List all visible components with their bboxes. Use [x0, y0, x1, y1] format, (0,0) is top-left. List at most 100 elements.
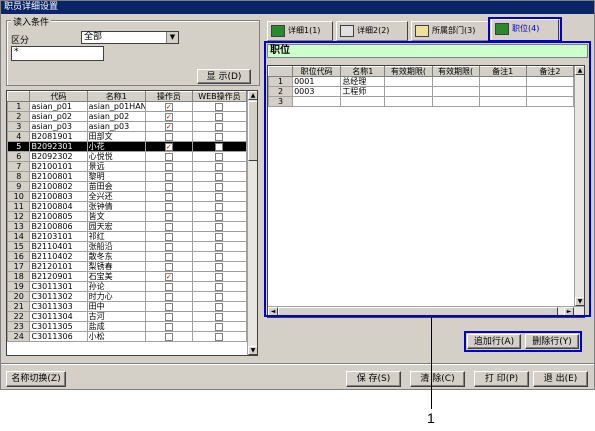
exit-button[interactable]: 退 出(E) — [533, 371, 588, 387]
table-row[interactable]: 18 B2120901 石宝美 ✓ — [7, 271, 248, 282]
table-row[interactable]: 16 B2110402 散冬东 — [7, 251, 248, 262]
print-button[interactable]: 打 印(P) — [474, 371, 529, 387]
checkbox-icon[interactable] — [164, 202, 173, 211]
table-row[interactable]: 8 B2100801 黎明 — [7, 171, 248, 182]
checkbox-icon[interactable] — [215, 132, 224, 141]
checkbox-icon[interactable] — [215, 162, 224, 171]
table-row[interactable]: 5 B2092301 小花 ✓ — [7, 141, 248, 152]
column-header-name1[interactable]: 名称1 — [86, 91, 146, 102]
save-button[interactable]: 保 存(S) — [346, 371, 401, 387]
tab-department[interactable]: 所属部门(3) — [411, 21, 489, 41]
checkbox-icon[interactable] — [164, 152, 173, 161]
checkbox-icon[interactable] — [215, 112, 224, 121]
table-row[interactable]: 19 C3011301 孙论 — [7, 281, 248, 292]
column-header-operator[interactable]: 操作员 — [144, 91, 193, 102]
name-switch-button[interactable]: 名称切换(Z) — [6, 371, 66, 387]
table-row[interactable]: 17 B2120101 梨锈春 — [7, 261, 248, 272]
web-operator-cell — [191, 171, 248, 182]
clear-button[interactable]: 清 除(C) — [410, 371, 465, 387]
checkbox-icon[interactable] — [215, 212, 224, 221]
checkbox-icon[interactable] — [215, 122, 224, 131]
checkbox-icon[interactable] — [215, 232, 224, 241]
checkbox-icon[interactable] — [215, 292, 224, 301]
checkbox-icon[interactable] — [164, 322, 173, 331]
table-row[interactable]: 10 B2100803 全兴还 — [7, 191, 248, 202]
name-cell: 时力心 — [86, 291, 146, 302]
category-select[interactable]: 全部 ▼ — [81, 31, 179, 44]
operator-cell — [144, 291, 193, 302]
checkbox-icon[interactable] — [164, 232, 173, 241]
table-row[interactable]: 11 B2100804 张钟倩 — [7, 201, 248, 212]
checkbox-icon[interactable] — [215, 172, 224, 181]
checkbox-icon[interactable] — [215, 192, 224, 201]
checkbox-icon[interactable] — [164, 182, 173, 191]
checkbox-icon[interactable] — [215, 262, 224, 271]
checkbox-icon[interactable] — [215, 222, 224, 231]
checkbox-icon[interactable] — [164, 242, 173, 251]
checkbox-icon[interactable] — [164, 212, 173, 221]
table-row[interactable]: 1 asian_p01 asian_p01HAN ✓ — [7, 101, 248, 112]
checkbox-icon[interactable] — [215, 332, 224, 341]
code-cell: asian_p01 — [29, 101, 88, 112]
checkbox-checked-icon[interactable]: ✓ — [164, 142, 173, 151]
display-button[interactable]: 显 示(D) — [197, 69, 251, 84]
table-row[interactable]: 15 B2110401 张船沿 — [7, 241, 248, 252]
checkbox-icon[interactable] — [164, 192, 173, 201]
web-operator-cell — [191, 131, 248, 142]
checkbox-icon[interactable] — [215, 312, 224, 321]
scroll-thumb[interactable] — [248, 101, 257, 161]
checkbox-icon[interactable] — [215, 302, 224, 311]
column-header-code[interactable]: 代码 — [29, 91, 88, 102]
table-row[interactable]: 21 C3011303 田中 — [7, 301, 248, 312]
checkbox-icon[interactable] — [215, 202, 224, 211]
column-header-web-operator[interactable]: WEB操作员 — [191, 91, 248, 102]
table-row[interactable]: 4 B2081901 田部文 — [7, 131, 248, 142]
checkbox-icon[interactable] — [164, 262, 173, 271]
checkbox-checked-icon[interactable]: ✓ — [164, 102, 173, 111]
chevron-down-icon[interactable]: ▼ — [166, 32, 178, 43]
table-row[interactable]: 7 B2100101 景远 — [7, 161, 248, 172]
employee-grid-scrollbar[interactable]: ▲ ▼ — [247, 91, 257, 355]
checkbox-icon[interactable] — [164, 312, 173, 321]
scroll-up-icon[interactable]: ▲ — [248, 91, 257, 100]
web-operator-cell — [191, 191, 248, 202]
checkbox-icon[interactable] — [215, 282, 224, 291]
checkbox-checked-icon[interactable]: ✓ — [164, 112, 173, 121]
table-row[interactable]: 20 C3011302 时力心 — [7, 291, 248, 302]
checkbox-icon[interactable] — [215, 242, 224, 251]
row-number: 20 — [7, 291, 31, 302]
checkbox-icon[interactable] — [164, 222, 173, 231]
checkbox-icon[interactable] — [164, 252, 173, 261]
checkbox-icon[interactable] — [215, 252, 224, 261]
tab-detail1[interactable]: 详细1(1) — [267, 21, 333, 41]
checkbox-icon[interactable] — [164, 292, 173, 301]
table-row[interactable]: 3 asian_p03 asian_p03 ✓ — [7, 121, 248, 132]
checkbox-checked-icon[interactable]: ✓ — [164, 122, 173, 131]
checkbox-icon[interactable] — [215, 322, 224, 331]
table-row[interactable]: 6 B2092302 心悦悦 — [7, 151, 248, 162]
table-row[interactable]: 13 B2100806 园天宏 — [7, 221, 248, 232]
checkbox-icon[interactable] — [164, 302, 173, 311]
checkbox-icon[interactable] — [215, 152, 224, 161]
search-input[interactable]: * — [11, 46, 104, 61]
checkbox-icon[interactable] — [215, 182, 224, 191]
table-row[interactable]: 9 B2100802 苗田会 — [7, 181, 248, 192]
checkbox-icon[interactable] — [164, 132, 173, 141]
employee-grid[interactable]: 代码 名称1 操作员 WEB操作员 1 asian_p01 asian_p01HAN… — [6, 90, 258, 356]
table-row[interactable]: 22 C3011304 古河 — [7, 311, 248, 322]
checkbox-icon[interactable] — [164, 172, 173, 181]
table-row[interactable]: 23 C3011305 盐成 — [7, 321, 248, 332]
checkbox-icon[interactable] — [164, 282, 173, 291]
checkbox-checked-icon[interactable]: ✓ — [164, 272, 173, 281]
tab-detail2[interactable]: 详细2(2) — [336, 21, 408, 41]
table-row[interactable]: 14 B2103101 祁红 — [7, 231, 248, 242]
scroll-down-icon[interactable]: ▼ — [248, 346, 257, 355]
table-row[interactable]: 24 C3011306 小松 — [7, 331, 248, 342]
checkbox-icon[interactable] — [164, 162, 173, 171]
checkbox-icon[interactable] — [215, 272, 224, 281]
table-row[interactable]: 12 B2100805 皆文 — [7, 211, 248, 222]
checkbox-icon[interactable] — [215, 142, 224, 151]
checkbox-icon[interactable] — [164, 332, 173, 341]
checkbox-icon[interactable] — [215, 102, 224, 111]
table-row[interactable]: 2 asian_p02 asian_p02 ✓ — [7, 111, 248, 122]
